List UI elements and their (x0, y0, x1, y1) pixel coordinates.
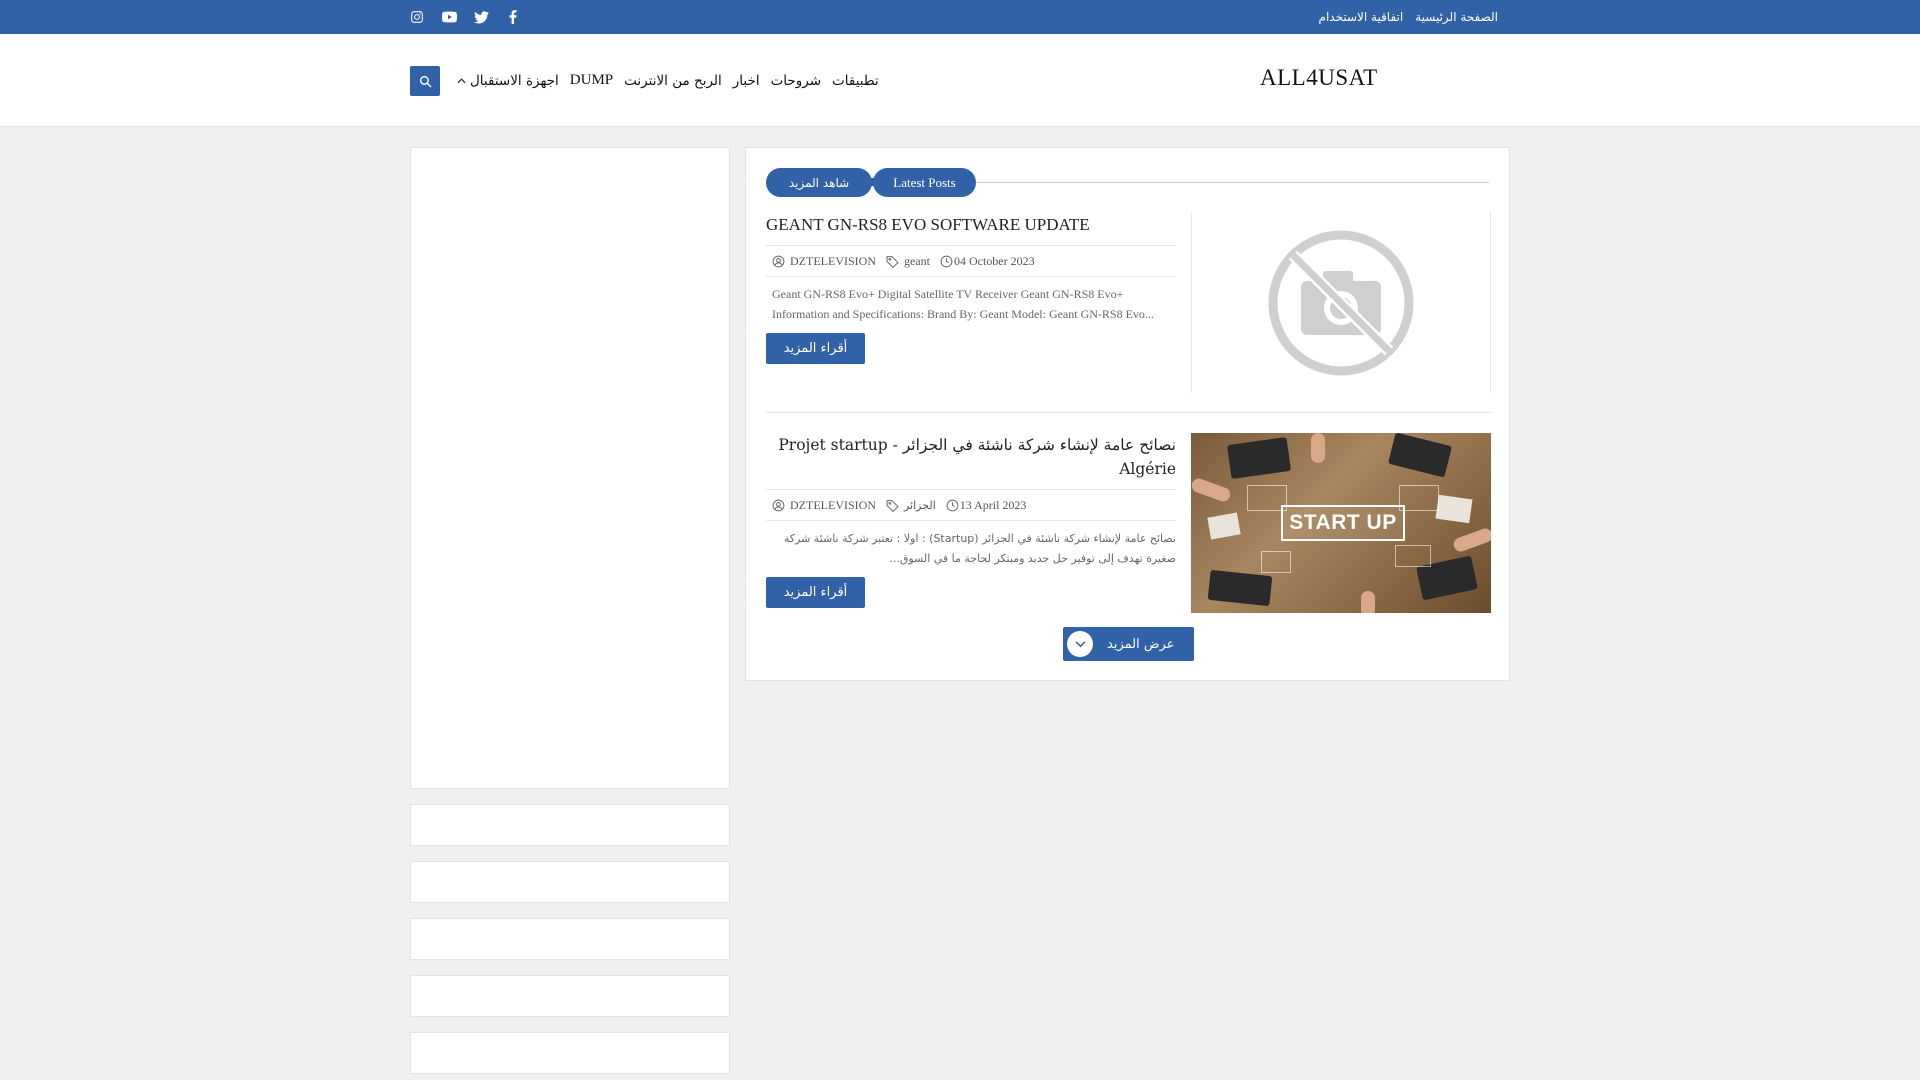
youtube-icon[interactable] (440, 8, 458, 26)
sidebar-widget (410, 147, 730, 789)
header: اجهزة الاستقبال DUMP الربح من الانترنت ا… (0, 34, 1920, 127)
startup-sign: START UP (1281, 505, 1405, 541)
show-more-label: عرض المزيد (1107, 636, 1175, 652)
nav-apps[interactable]: تطبيقات (832, 73, 879, 89)
sidebar-box (410, 918, 730, 960)
user-icon (772, 499, 785, 511)
post-author[interactable]: DZTELEVISION (772, 254, 876, 269)
post-content: GEANT GN-RS8 EVO SOFTWARE UPDATE DZTELEV… (766, 213, 1176, 364)
show-more-button[interactable]: عرض المزيد (1063, 627, 1194, 661)
nav-receivers-label: اجهزة الاستقبال (470, 72, 559, 89)
tag-icon (886, 255, 899, 268)
post-author[interactable]: DZTELEVISION (772, 498, 876, 513)
date-label: 04 October 2023 (953, 253, 1035, 268)
nav-earn-online[interactable]: الربح من الانترنت (624, 73, 722, 89)
post-excerpt: Geant GN-RS8 Evo+ Digital Satellite TV R… (772, 287, 1154, 321)
post-tag[interactable]: geant (886, 254, 930, 269)
post-title[interactable]: GEANT GN-RS8 EVO SOFTWARE UPDATE (766, 213, 1176, 237)
terms-link[interactable]: اتفاقية الاستخدام (1319, 10, 1404, 24)
post-meta: DZTELEVISION geant 04 October 2023 (766, 245, 1176, 277)
date-label: 13 April 2023 (959, 497, 1027, 512)
facebook-icon[interactable] (504, 8, 522, 26)
see-more-button[interactable]: شاهد المزيد (766, 168, 872, 197)
clock-icon (940, 255, 953, 267)
instagram-icon[interactable] (408, 8, 426, 26)
no-image-icon (1268, 230, 1414, 376)
home-link[interactable]: الصفحة الرئيسية (1415, 10, 1498, 24)
tag-label: geant (903, 253, 930, 268)
author-name: DZTELEVISION (790, 253, 876, 268)
top-links: الصفحة الرئيسية اتفاقية الاستخدام (1319, 0, 1498, 34)
latest-posts-panel: شاهد المزيد Latest Posts GEANT GN-RS8 EV… (745, 147, 1510, 681)
top-bar: الصفحة الرئيسية اتفاقية الاستخدام (0, 0, 1920, 34)
sidebar-box (410, 975, 730, 1017)
chevron-up-icon (457, 77, 466, 83)
nav-news[interactable]: اخبار (733, 73, 760, 89)
main-nav: اجهزة الاستقبال DUMP الربح من الانترنت ا… (457, 72, 879, 89)
read-more-button[interactable]: أقراء المزيد (766, 577, 865, 608)
nav-dump[interactable]: DUMP (570, 72, 613, 89)
search-button[interactable] (410, 66, 440, 96)
tag-label: الجزائر (903, 498, 936, 512)
clock-icon (946, 499, 959, 511)
post-tag[interactable]: الجزائر (886, 499, 936, 512)
post-date: 04 October 2023 (940, 254, 1035, 269)
search-icon (419, 75, 431, 87)
post-content: نصائح عامة لإنشاء شركة ناشئة في الجزائر … (766, 433, 1176, 608)
site-logo[interactable]: ALL4USAT (1260, 65, 1378, 91)
post-title[interactable]: نصائح عامة لإنشاء شركة ناشئة في الجزائر … (766, 433, 1176, 481)
twitter-icon[interactable] (472, 8, 490, 26)
read-more-button[interactable]: أقراء المزيد (766, 333, 865, 364)
post-thumbnail[interactable] (1191, 213, 1491, 393)
sidebar-box (410, 861, 730, 903)
sidebar-box (410, 1032, 730, 1074)
sidebar-box (410, 804, 730, 846)
post-meta: DZTELEVISION الجزائر 13 April 2023 (766, 489, 1176, 521)
author-name: DZTELEVISION (790, 497, 876, 512)
post-divider (766, 412, 1491, 413)
nav-receivers[interactable]: اجهزة الاستقبال (457, 73, 559, 89)
latest-posts-tab[interactable]: Latest Posts (873, 168, 976, 197)
social-links (408, 8, 522, 26)
chevron-down-icon (1067, 631, 1093, 657)
nav-tutorials[interactable]: شروحات (771, 73, 821, 89)
post-date: 13 April 2023 (946, 497, 1027, 513)
post-thumbnail[interactable]: START UP (1191, 433, 1491, 613)
user-icon (772, 255, 785, 267)
tag-icon (886, 499, 899, 512)
post-excerpt: نصائح عامة لإنشاء شركة ناشئة في الجزائر … (783, 532, 1176, 565)
